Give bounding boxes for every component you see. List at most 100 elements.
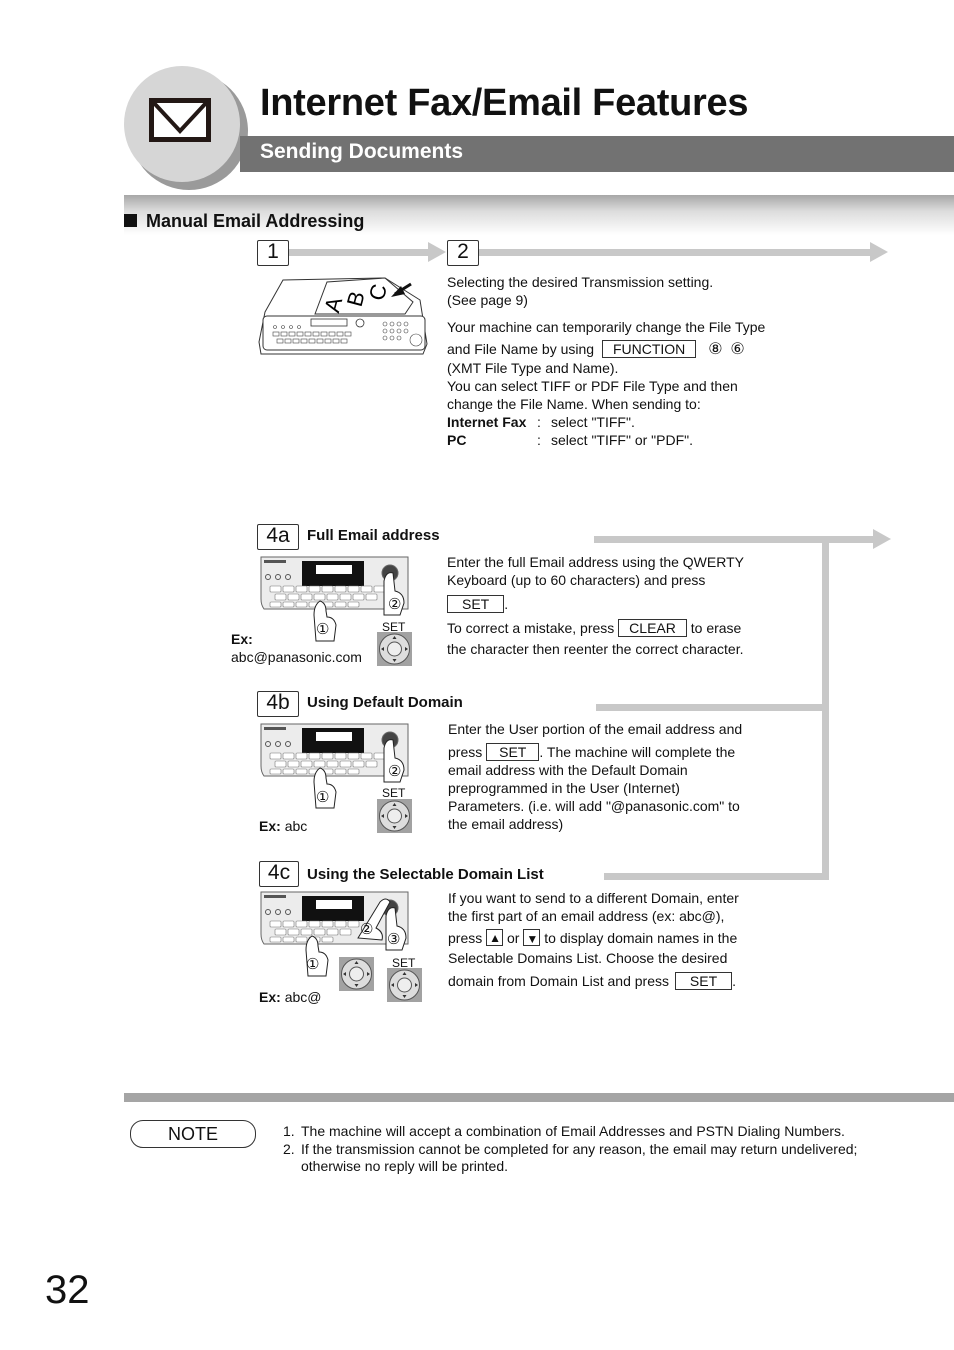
step-4b-line: Enter the User portion of the email addr… <box>448 721 743 737</box>
step-4b-text-span: . The machine will complete the <box>539 744 736 760</box>
bullet-square-icon <box>124 214 137 227</box>
step-2-line: You can select TIFF or PDF File Type and… <box>447 378 738 394</box>
step-4c-heading: Using the Selectable Domain List <box>307 866 544 883</box>
step-4c-line: press ▲ or ▼ to display domain names in … <box>448 929 778 947</box>
option-sep: : <box>537 432 541 448</box>
step-4c-text-span: press <box>448 930 483 946</box>
navigation-pad-set-icon <box>377 632 412 666</box>
note-divider <box>124 1093 954 1102</box>
page-subtitle: Sending Documents <box>260 140 464 163</box>
flow-arrow-1 <box>289 249 429 256</box>
navigation-pad-set-icon <box>377 799 412 833</box>
step-4a-heading: Full Email address <box>307 527 440 544</box>
marker-2: ② <box>388 596 402 613</box>
step-4c-line: If you want to send to a different Domai… <box>448 890 739 906</box>
step-4b-badge: 4b <box>257 691 299 717</box>
note-list: 1. The machine will accept a combination … <box>283 1123 923 1176</box>
up-arrow-icon: ▲ <box>489 931 502 945</box>
flow-line-4c <box>604 873 829 880</box>
option-label: PC <box>447 432 467 448</box>
step-2-text-span: and File Name by using <box>447 341 595 357</box>
option-label: Internet Fax <box>447 414 527 430</box>
step-2-line: Selecting the desired Transmission setti… <box>447 274 714 290</box>
step-2-line: and File Name by using FUNCTION ⑧ ⑥ <box>447 340 787 359</box>
step-4c-line: the first part of an email address (ex: … <box>448 908 725 924</box>
marker-2: ② <box>360 921 374 938</box>
step-4b-heading: Using Default Domain <box>307 694 463 711</box>
step-2-line: (XMT File Type and Name). <box>447 360 619 376</box>
example-label: Ex: <box>259 989 281 1005</box>
option-sep: : <box>537 414 541 430</box>
option-value: select "TIFF". <box>551 414 635 430</box>
down-arrow-key: ▼ <box>523 929 541 946</box>
step-4a-line: Keyboard (up to 60 characters) and press <box>447 572 706 588</box>
step-4a-text: Enter the full Email address using the Q… <box>447 553 777 658</box>
section-title: Manual Email Addressing <box>124 211 364 232</box>
step-4c-text-span: to display domain names in the <box>544 930 738 946</box>
navigation-pad-arrows-icon <box>339 957 374 991</box>
page-number: 32 <box>45 1268 90 1312</box>
step-4b-text-span: press <box>448 744 483 760</box>
step-4a-text-span: To correct a mistake, press <box>447 620 615 636</box>
flow-line-4b <box>596 704 829 711</box>
set-key: SET <box>674 972 733 990</box>
example-value: abc@panasonic.com <box>231 649 362 665</box>
clear-key: CLEAR <box>618 619 687 637</box>
section-title-text: Manual Email Addressing <box>146 211 365 231</box>
marker-1: ① <box>316 621 330 638</box>
step-4a-badge: 4a <box>257 524 299 550</box>
step-4c-line: domain from Domain List and press SET. <box>448 972 778 990</box>
step-4b-line: press SET. The machine will complete the <box>448 743 778 761</box>
step-4a-text-span: to erase <box>690 620 742 636</box>
step-4c-text-span: . <box>732 973 737 989</box>
step-4a-line: SET. <box>447 595 777 613</box>
step-4c-badge: 4c <box>259 861 299 887</box>
set-key: SET <box>486 743 540 761</box>
up-arrow-key: ▲ <box>486 929 504 946</box>
flow-arrowhead-4 <box>873 529 891 549</box>
step-2-badge: 2 <box>447 240 479 266</box>
step-4b-line: email address with the Default Domain <box>448 762 688 778</box>
down-arrow-icon: ▼ <box>526 932 539 946</box>
function-key: FUNCTION <box>601 340 697 358</box>
example: Ex: abc@ <box>259 988 321 1006</box>
note-item: 2. If the transmission cannot be complete… <box>283 1141 923 1176</box>
note-item-number: 1. <box>283 1123 295 1139</box>
example-value: abc@ <box>284 989 322 1005</box>
step-4a-line: the character then reenter the correct c… <box>447 641 744 657</box>
option-row: PC : select "TIFF" or "PDF". <box>447 431 787 449</box>
step-2-line: Your machine can temporarily change the … <box>447 319 766 335</box>
digit-key-8: ⑧ <box>708 341 723 358</box>
marker-3: ③ <box>387 931 401 948</box>
flow-arrowhead-2 <box>870 242 888 262</box>
step-2-line: change the File Name. When sending to: <box>447 396 701 412</box>
step-2-line: (See page 9) <box>447 292 528 308</box>
marker-1: ① <box>306 956 320 973</box>
note-item: 1. The machine will accept a combination … <box>283 1123 923 1141</box>
note-item-text: If the transmission cannot be completed … <box>301 1140 858 1175</box>
set-key: SET <box>447 595 505 613</box>
option-value: select "TIFF" or "PDF". <box>551 432 694 448</box>
note-item-text: The machine will accept a combination of… <box>301 1123 845 1139</box>
step-4b-line: preprogrammed in the User (Internet) <box>448 780 680 796</box>
example-value: abc <box>284 818 308 834</box>
example-label: Ex: <box>231 631 253 647</box>
step-4c-text: If you want to send to a different Domai… <box>448 889 778 990</box>
step-4c-text-span: or <box>507 930 520 946</box>
flow-arrow-2 <box>479 249 871 256</box>
step-1-badge: 1 <box>257 240 289 266</box>
step-4a-line: Enter the full Email address using the Q… <box>447 554 744 570</box>
example: Ex: abc <box>259 817 307 835</box>
digit-key-6: ⑥ <box>730 341 745 358</box>
step-4c-text-span: domain from Domain List and press <box>448 973 669 989</box>
marker-2: ② <box>388 763 402 780</box>
marker-1: ① <box>316 789 330 806</box>
fax-machine-illustration: A B C <box>258 277 428 355</box>
step-4b-text: Enter the User portion of the email addr… <box>448 720 778 833</box>
step-4c-line: Selectable Domains List. Choose the desi… <box>448 950 728 966</box>
note-item-number: 2. <box>283 1140 295 1157</box>
step-4b-line: Parameters. (i.e. will add "@panasonic.c… <box>448 798 740 814</box>
flow-arrowhead-1 <box>428 242 446 262</box>
step-4b-line: the email address) <box>448 816 564 832</box>
option-row: Internet Fax : select "TIFF". <box>447 413 787 431</box>
